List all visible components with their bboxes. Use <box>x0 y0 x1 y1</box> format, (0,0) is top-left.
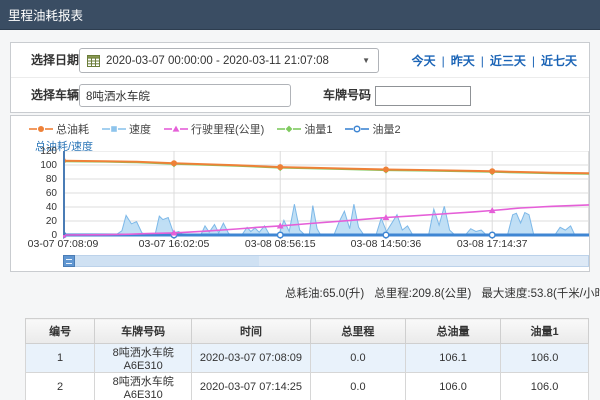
table-header-cell: 总里程 <box>310 319 405 344</box>
quick-link-0[interactable]: 今天 <box>408 52 440 69</box>
link-separator: | <box>440 54 447 68</box>
link-separator: | <box>479 54 486 68</box>
table-cell: 8吨洒水车皖A6E310 <box>95 373 192 400</box>
legend-marker-icon <box>164 124 188 134</box>
table-cell: 1 <box>26 344 95 373</box>
date-range-value: 2020-03-07 00:00:00 - 2020-03-11 21:07:0… <box>106 55 329 67</box>
chart-plot[interactable] <box>63 151 590 240</box>
summary-stats: 总耗油:65.0(升) 总里程:209.8(公里) 最大速度:53.8(千米/小时) <box>285 285 600 301</box>
table-header-cell: 车牌号码 <box>95 319 192 344</box>
scrollbar-selected-range[interactable] <box>64 256 259 266</box>
vehicle-input[interactable] <box>79 84 291 107</box>
quick-date-links: 今天|昨天|近三天|近七天 <box>408 43 581 78</box>
max-speed-stat: 最大速度:53.8(千米/小时) <box>481 288 600 300</box>
y-tick-label: 80 <box>23 174 57 185</box>
x-tick-label: 03-07 16:02:05 <box>139 238 210 250</box>
table-cell: 2020-03-07 07:14:25 <box>192 373 311 400</box>
table-cell: 106.0 <box>405 373 500 400</box>
legend-item-1[interactable]: 速度 <box>102 121 151 137</box>
table-row: 18吨洒水车皖A6E3102020-03-07 07:08:090.0106.1… <box>26 344 589 373</box>
chart-legend: 总油耗 速度 行驶里程(公里) 油量1 油量2 <box>29 121 414 137</box>
legend-marker-icon <box>277 124 301 134</box>
link-separator: | <box>530 54 537 68</box>
page-header: 里程油耗报表 <box>0 0 600 30</box>
scrollbar-handle[interactable] <box>63 255 75 267</box>
y-tick-label: 120 <box>23 146 57 157</box>
date-range-input[interactable]: 2020-03-07 00:00:00 - 2020-03-11 21:07:0… <box>79 48 379 73</box>
plate-label: 车牌号码 <box>323 78 371 113</box>
y-tick-label: 20 <box>23 216 57 227</box>
table-cell: 106.0 <box>501 344 589 373</box>
table-cell: 0.0 <box>310 344 405 373</box>
table-cell: 106.0 <box>501 373 589 400</box>
x-tick-label: 03-08 14:50:36 <box>351 238 422 250</box>
vehicle-filter-row: 选择车辆 车牌号码 <box>11 78 589 113</box>
table-header-cell: 总油量 <box>405 319 500 344</box>
report-table: 编号车牌号码时间总里程总油量油量1 18吨洒水车皖A6E3102020-03-0… <box>25 318 589 400</box>
legend-marker-icon <box>345 124 369 134</box>
total-fuel-stat: 总耗油:65.0(升) <box>285 288 364 300</box>
total-mileage-stat: 总里程:209.8(公里) <box>374 288 471 300</box>
legend-label: 油量1 <box>304 121 332 137</box>
table-cell: 8吨洒水车皖A6E310 <box>95 344 192 373</box>
dropdown-caret-icon: ▼ <box>362 56 370 65</box>
table-header-cell: 油量1 <box>501 319 589 344</box>
calendar-icon <box>87 54 100 67</box>
legend-label: 行驶里程(公里) <box>191 121 264 137</box>
x-tick-label: 03-07 07:08:09 <box>28 238 99 250</box>
quick-link-1[interactable]: 昨天 <box>447 52 479 69</box>
table-header-cell: 时间 <box>192 319 311 344</box>
table-header-cell: 编号 <box>26 319 95 344</box>
y-tick-label: 100 <box>23 160 57 171</box>
legend-item-3[interactable]: 油量1 <box>277 121 332 137</box>
app-window: 里程油耗报表 选择日期 2020-03-07 00:00:00 - 2020-0… <box>0 0 600 400</box>
chart-panel: 总油耗 速度 行驶里程(公里) 油量1 油量2 总油耗/速度 020406080… <box>10 115 590 272</box>
y-tick-label: 60 <box>23 188 57 199</box>
chart-scrollbar[interactable] <box>63 255 589 267</box>
y-tick-label: 40 <box>23 202 57 213</box>
quick-link-3[interactable]: 近七天 <box>537 52 581 69</box>
legend-item-2[interactable]: 行驶里程(公里) <box>164 121 264 137</box>
table-cell: 2 <box>26 373 95 400</box>
page-title: 里程油耗报表 <box>0 5 83 24</box>
table-row: 28吨洒水车皖A6E3102020-03-07 07:14:250.0106.0… <box>26 373 589 400</box>
table-cell: 0.0 <box>310 373 405 400</box>
date-filter-row: 选择日期 2020-03-07 00:00:00 - 2020-03-11 21… <box>11 43 589 78</box>
date-label: 选择日期 <box>31 43 79 78</box>
table-cell: 106.1 <box>405 344 500 373</box>
x-tick-label: 03-08 17:14:37 <box>457 238 528 250</box>
table-header-row: 编号车牌号码时间总里程总油量油量1 <box>26 319 589 344</box>
plate-number-input[interactable] <box>375 86 471 106</box>
legend-label: 总油耗 <box>56 121 89 137</box>
filter-panel: 选择日期 2020-03-07 00:00:00 - 2020-03-11 21… <box>10 42 590 113</box>
legend-item-4[interactable]: 油量2 <box>345 121 400 137</box>
legend-item-0[interactable]: 总油耗 <box>29 121 89 137</box>
table-cell: 2020-03-07 07:08:09 <box>192 344 311 373</box>
legend-marker-icon <box>29 124 53 134</box>
x-tick-label: 03-08 08:56:15 <box>245 238 316 250</box>
legend-label: 油量2 <box>372 121 400 137</box>
quick-link-2[interactable]: 近三天 <box>486 52 530 69</box>
vehicle-label: 选择车辆 <box>31 78 79 113</box>
legend-label: 速度 <box>129 121 151 137</box>
legend-marker-icon <box>102 124 126 134</box>
